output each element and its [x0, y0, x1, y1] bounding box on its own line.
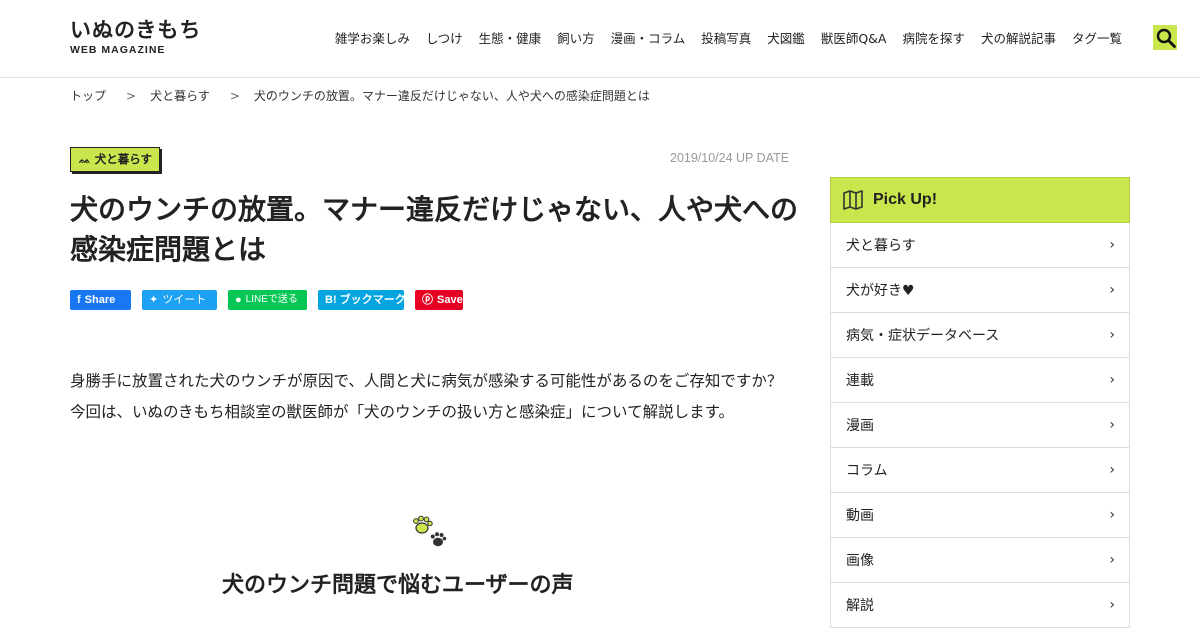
category-badge[interactable]: ᨐ 犬と暮らす: [70, 147, 160, 172]
article-title: 犬のウンチの放置。マナー違反だけじゃない、人や犬への感染症問題とは: [70, 193, 799, 266]
pickup-item-explainer[interactable]: 解説 ›: [831, 583, 1129, 628]
section-heading: 犬のウンチ問題で悩むユーザーの声: [222, 573, 574, 598]
chevron-right-icon: ›: [1109, 462, 1115, 478]
paw-icon: ᨐ: [79, 155, 91, 166]
pickup-item-label: 漫画: [846, 418, 874, 434]
chevron-right-icon: ›: [1109, 237, 1115, 253]
article-lead: 身勝手に放置された犬のウンチが原因で、人間と犬に病気が感染する可能性があるのをご…: [70, 372, 783, 421]
pickup-list: 犬と暮らす › 犬が好き♥ › 病気・症状データベース › 連載 › 漫画 › コラム › …: [830, 223, 1130, 628]
pickup-item-label: 画像: [846, 553, 874, 569]
map-icon: [843, 190, 863, 210]
facebook-share-label: Share: [84, 294, 116, 306]
site-logo[interactable]: いぬのきもち WEB MAGAZINE: [70, 18, 201, 56]
pickup-item-label: 犬と暮らす: [846, 238, 916, 254]
facebook-icon: f: [77, 294, 81, 306]
pickup-sidebar: Pick Up! 犬と暮らす › 犬が好き♥ › 病気・症状データベース › 連載 › …: [830, 177, 1130, 628]
nav-item-breeds[interactable]: 犬図鑑: [767, 31, 805, 47]
nav-item-trivia[interactable]: 雑学お楽しみ: [335, 31, 410, 47]
nav-item-training[interactable]: しつけ: [426, 31, 463, 47]
site-header: いぬのきもち WEB MAGAZINE 雑学お楽しみ しつけ 生態・健康 飼い方…: [0, 0, 1200, 78]
pickup-item-label: 動画: [846, 508, 874, 524]
category-label: 犬と暮らす: [94, 152, 153, 166]
search-icon: [1156, 28, 1176, 48]
pickup-item-label: 病気・症状データベース: [846, 328, 1000, 344]
nav-item-vet-qa[interactable]: 獣医師Q&A: [821, 31, 887, 47]
chevron-right-icon: ›: [1109, 327, 1115, 343]
main-nav: 雑学お楽しみ しつけ 生態・健康 飼い方 漫画・コラム 投稿写真 犬図鑑 獣医師…: [319, 31, 1122, 47]
pickup-item-column[interactable]: コラム ›: [831, 448, 1129, 493]
pinterest-icon: ⓟ: [422, 294, 433, 306]
publish-date: 2019/10/24 UP DATE: [670, 151, 790, 165]
pickup-heading: Pick Up!: [873, 191, 938, 208]
line-share-button[interactable]: ● LINEで送る: [228, 290, 307, 310]
nav-item-hospital[interactable]: 病院を探す: [902, 31, 965, 47]
chevron-right-icon: ›: [1109, 552, 1115, 568]
logo-main-text: いぬのきもち: [70, 18, 202, 42]
breadcrumb-current: 犬のウンチの放置。マナー違反だけじゃない、人や犬への感染症問題とは: [253, 89, 650, 103]
facebook-share-button[interactable]: f Share: [70, 290, 131, 310]
hatena-bookmark-label: B! ブックマーク: [325, 294, 406, 306]
chevron-right-icon: ›: [1109, 282, 1115, 298]
pickup-item-label: 連載: [846, 373, 874, 389]
pickup-item-disease-db[interactable]: 病気・症状データベース ›: [831, 313, 1129, 358]
pickup-header: Pick Up!: [830, 177, 1130, 223]
chevron-right-icon: ›: [1109, 507, 1115, 523]
pickup-item-label: コラム: [846, 463, 888, 479]
nav-item-manga[interactable]: 漫画・コラム: [611, 31, 686, 47]
pickup-item-love-dogs[interactable]: 犬が好き♥ ›: [831, 268, 1129, 313]
nav-item-care[interactable]: 飼い方: [557, 31, 595, 47]
pinterest-save-label: Save: [437, 294, 463, 306]
pickup-item-label: 犬が好き♥: [846, 283, 915, 299]
twitter-share-button[interactable]: ✦ ツイート: [142, 290, 217, 310]
nav-item-health[interactable]: 生態・健康: [479, 31, 542, 47]
pickup-item-manga[interactable]: 漫画 ›: [831, 403, 1129, 448]
twitter-share-label: ツイート: [162, 294, 207, 306]
share-buttons: f Share ✦ ツイート ● LINEで送る B! ブックマーク ⓟ Save: [70, 290, 474, 310]
breadcrumb: トップ > 犬と暮らす > 犬のウンチの放置。マナー違反だけじゃない、人や犬への…: [70, 88, 650, 104]
pickup-item-image[interactable]: 画像 ›: [831, 538, 1129, 583]
pickup-item-series[interactable]: 連載 ›: [831, 358, 1129, 403]
chevron-right-icon: ›: [1109, 597, 1115, 613]
breadcrumb-home[interactable]: トップ: [70, 88, 106, 104]
paw-prints-icon: [413, 515, 447, 547]
chevron-right-icon: ›: [1109, 372, 1115, 388]
search-button[interactable]: [1153, 25, 1177, 50]
pickup-item-living[interactable]: 犬と暮らす ›: [831, 223, 1129, 268]
nav-item-photos[interactable]: 投稿写真: [701, 31, 751, 47]
line-share-label: LINEで送る: [245, 294, 298, 305]
breadcrumb-category[interactable]: 犬と暮らす: [150, 88, 210, 104]
line-icon: ●: [235, 294, 242, 306]
pinterest-save-button[interactable]: ⓟ Save: [415, 290, 463, 310]
logo-sub-text: WEB MAGAZINE: [70, 44, 166, 56]
breadcrumb-separator: >: [229, 89, 240, 103]
nav-item-tags[interactable]: タグ一覧: [1072, 31, 1122, 47]
pickup-item-video[interactable]: 動画 ›: [831, 493, 1129, 538]
breadcrumb-separator: >: [126, 89, 137, 103]
twitter-icon: ✦: [149, 294, 159, 306]
nav-item-explainers[interactable]: 犬の解説記事: [981, 31, 1056, 47]
chevron-right-icon: ›: [1109, 417, 1115, 433]
hatena-bookmark-button[interactable]: B! ブックマーク: [318, 290, 406, 310]
pickup-item-label: 解説: [846, 598, 874, 614]
